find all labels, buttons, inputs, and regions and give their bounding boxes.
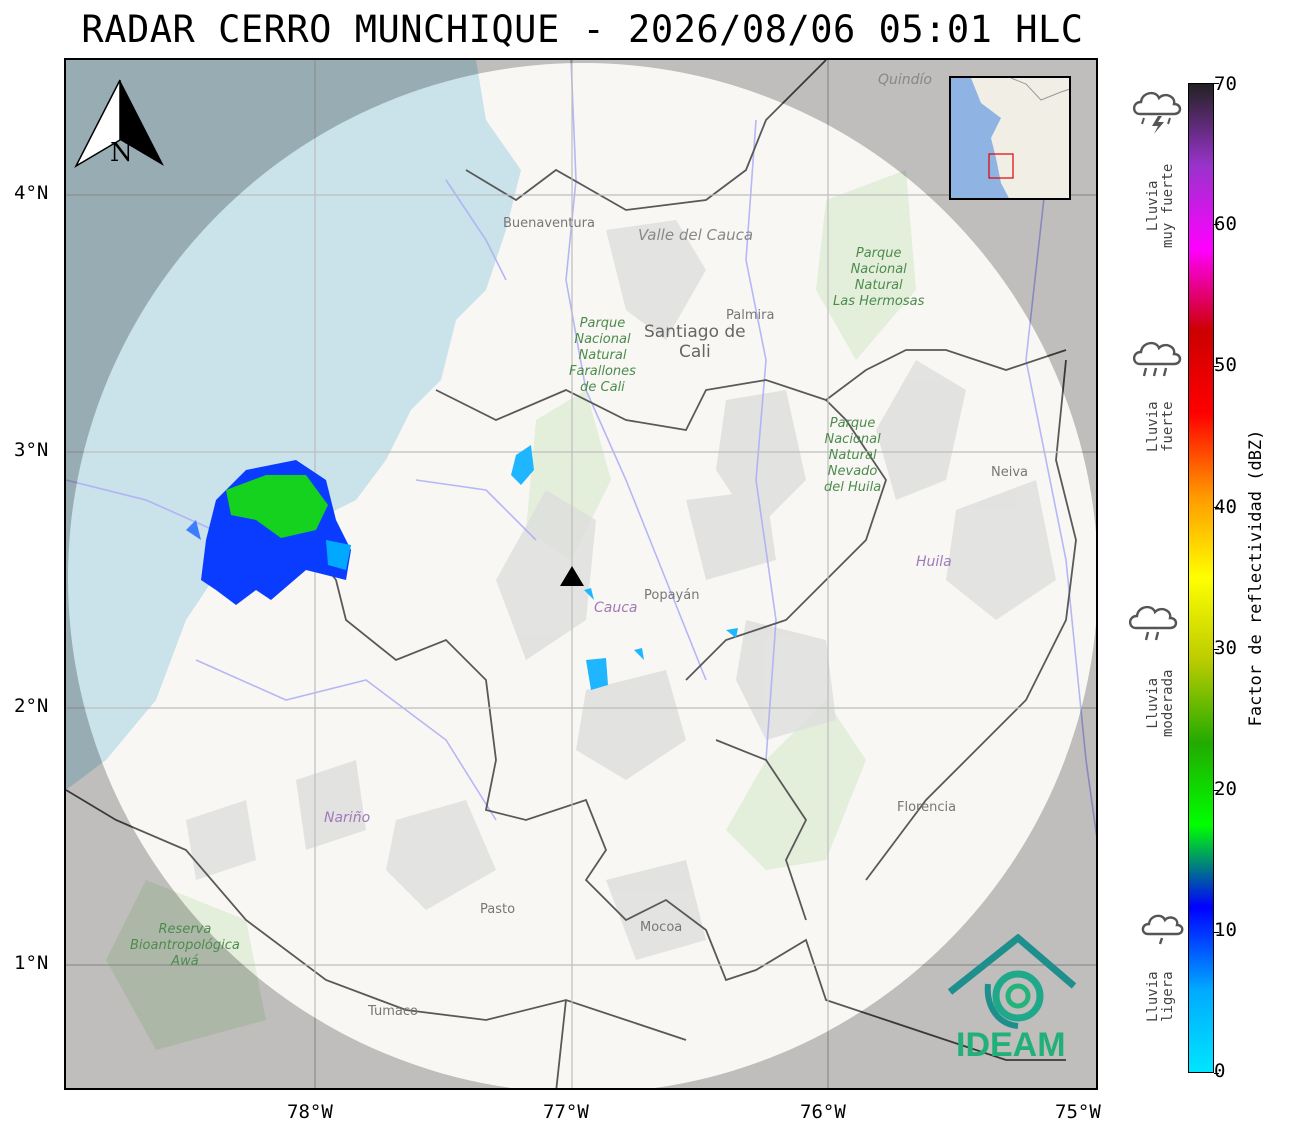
inset-map-canvas	[971, 78, 1069, 198]
rain-label-moderate: Lluvia moderada	[1145, 669, 1176, 737]
colorbar-tick-mark	[1214, 224, 1219, 225]
colorbar-tick-mark	[1214, 1073, 1219, 1074]
north-arrow-letter: N	[110, 138, 133, 168]
place-label-quindio: Quindío	[878, 72, 932, 88]
radar-map[interactable]: Buenaventura Valle del Cauca Quindío Pal…	[64, 58, 1098, 1090]
place-label-mocoa: Mocoa	[640, 920, 683, 935]
inset-map	[949, 76, 1071, 200]
colorbar-tick: 0	[1214, 1060, 1226, 1082]
colorbar-tick: 20	[1214, 778, 1237, 800]
place-label-huila-park: Parque Nacional Natural Nevado del Huila	[824, 416, 882, 495]
rain-label-heavy: Lluvia fuerte	[1145, 401, 1176, 452]
ideam-logo: IDEAM	[946, 933, 1077, 1064]
place-label-palmira: Palmira	[726, 308, 775, 323]
place-label-neiva: Neiva	[991, 465, 1028, 480]
rain-label-light: Lluvia ligera	[1145, 971, 1176, 1022]
colorbar-tick: 30	[1214, 637, 1237, 659]
north-arrow: N	[74, 78, 164, 172]
storm-cloud-icon	[1130, 84, 1186, 136]
x-tick-label: 75°W	[1055, 1101, 1101, 1123]
colorbar-tick-mark	[1214, 83, 1219, 84]
colorbar	[1188, 83, 1214, 1073]
y-tick-label: 4°N	[14, 182, 49, 204]
rain-label-very-heavy: Lluvia muy fuerte	[1145, 163, 1176, 248]
colorbar-tick-mark	[1214, 366, 1219, 367]
colorbar-tick: 70	[1214, 73, 1237, 95]
colorbar-tick-mark	[1214, 790, 1219, 791]
place-label-valle: Valle del Cauca	[638, 226, 754, 244]
place-label-tumaco: Tumaco	[368, 1004, 418, 1019]
colorbar-tick-mark	[1214, 507, 1219, 508]
x-tick-label: 76°W	[800, 1101, 846, 1123]
place-label-florencia: Florencia	[897, 800, 957, 815]
place-label-narino: Nariño	[324, 810, 371, 826]
place-label-cauca: Cauca	[594, 600, 638, 616]
light-rain-cloud-icon	[1140, 910, 1186, 952]
place-label-farallones: Parque Nacional Natural Farallones de Ca…	[569, 316, 636, 395]
y-tick-label: 2°N	[14, 695, 49, 717]
ideam-logo-text: IDEAM	[956, 1026, 1066, 1064]
place-label-cali: Santiago de Cali	[644, 322, 746, 362]
place-label-popayan: Popayán	[644, 588, 700, 603]
place-label-huila: Huila	[916, 554, 952, 570]
y-tick-label: 1°N	[14, 952, 49, 974]
colorbar-tick-mark	[1214, 932, 1219, 933]
y-tick-label: 3°N	[14, 439, 49, 461]
x-tick-label: 78°W	[287, 1101, 333, 1123]
place-label-hermosas: Parque Nacional Natural Las Hermosas	[833, 246, 925, 309]
place-label-reserva: Reserva Bioantropológica Awá	[130, 922, 240, 969]
moderate-rain-cloud-icon	[1126, 600, 1182, 646]
x-tick-label: 77°W	[543, 1101, 589, 1123]
ideam-logo-icon	[947, 933, 1077, 1029]
colorbar-tick: 50	[1214, 354, 1237, 376]
colorbar-tick: 10	[1214, 919, 1237, 941]
colorbar-tick-mark	[1214, 649, 1219, 650]
place-label-buenaventura: Buenaventura	[503, 216, 595, 231]
colorbar-label: Factor de reflectividad (dBZ)	[1246, 429, 1266, 727]
chart-title: RADAR CERRO MUNCHIQUE - 2026/08/06 05:01…	[81, 8, 1084, 51]
place-label-pasto: Pasto	[480, 902, 516, 917]
heavy-rain-cloud-icon	[1130, 336, 1186, 382]
